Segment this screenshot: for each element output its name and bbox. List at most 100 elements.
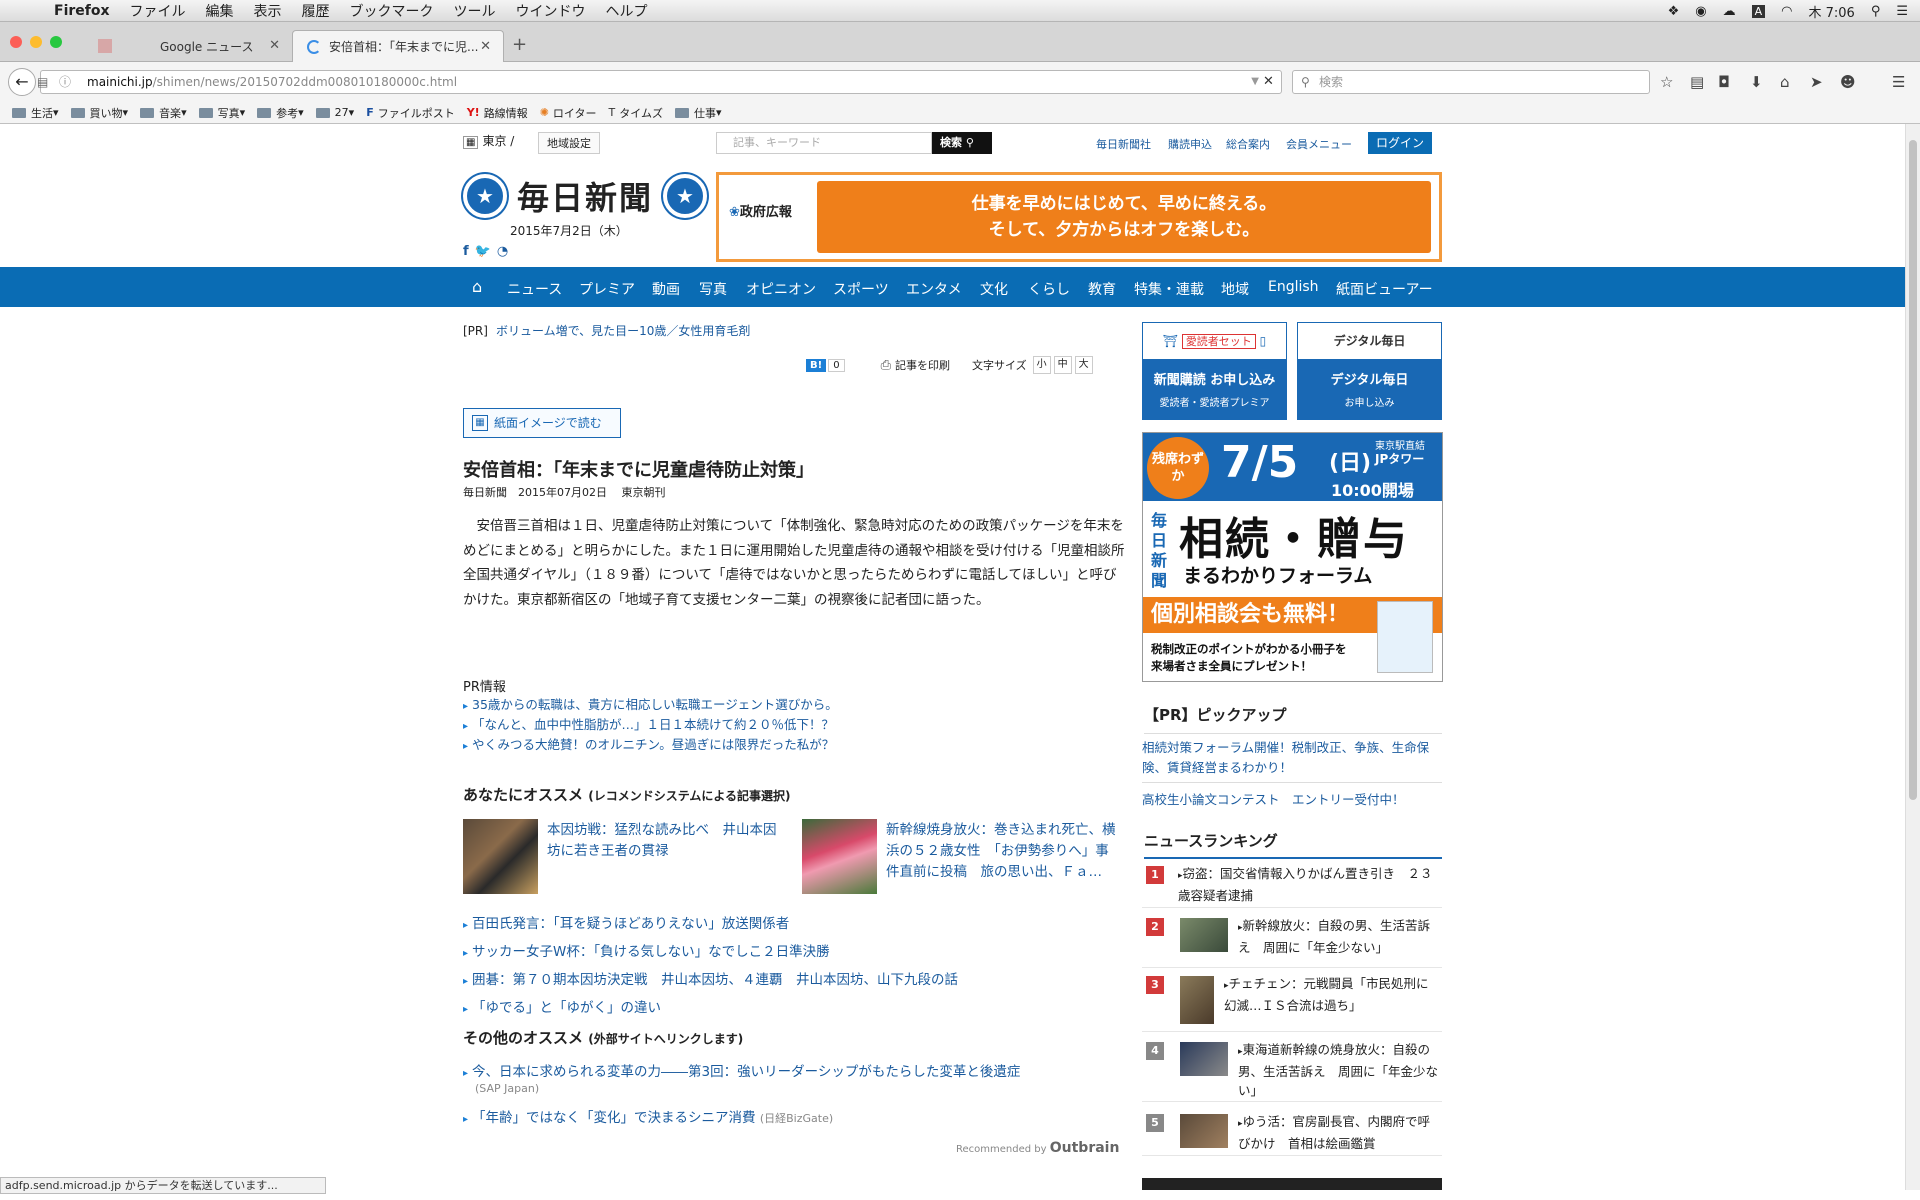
bookmark-folder-shigoto[interactable]: 仕事 ▾ xyxy=(674,105,722,121)
go-match-thumbnail[interactable] xyxy=(463,819,538,894)
nav-region[interactable]: 地域 xyxy=(1221,279,1249,299)
pr-top-link[interactable]: ボリューム増で、見た目ー10歳／女性用育毛剤 xyxy=(496,324,750,338)
bookmark-star-icon[interactable]: ☆ xyxy=(1660,73,1673,91)
area-settings-button[interactable]: 地域設定 xyxy=(538,132,600,154)
inheritance-forum-ad[interactable]: 残席わずか 7/5 (日) 東京駅直結 JPタワー 10:00開場 毎日新聞 相続… xyxy=(1142,432,1443,682)
outbrain-credit[interactable]: Recommended by Outbrain xyxy=(956,1140,1119,1156)
spotlight-icon[interactable]: ⚲ xyxy=(1871,4,1881,19)
nav-education[interactable]: 教育 xyxy=(1088,279,1116,299)
pr-info-link[interactable]: ▸ やくみつる大絶賛！のオルニチン。昼過ぎには限界だった私が？ xyxy=(463,734,834,753)
font-size-small-button[interactable]: 小 xyxy=(1032,356,1051,374)
nav-english[interactable]: English xyxy=(1268,279,1319,295)
rss-icon[interactable]: ◔ xyxy=(497,244,508,259)
pocket-icon[interactable]: ◘ xyxy=(1718,73,1730,91)
pickup-link[interactable]: 高校生小論文コンテスト エントリー受付中！ xyxy=(1142,790,1442,810)
notification-center-icon[interactable]: ☰ xyxy=(1896,4,1908,19)
minimize-window-button[interactable] xyxy=(30,36,42,48)
downloads-icon[interactable]: ⬇ xyxy=(1750,73,1763,91)
creative-cloud-icon[interactable]: ☁ xyxy=(1723,4,1736,19)
home-icon[interactable]: ⌂ xyxy=(472,277,482,296)
ranking-item[interactable]: 5 ▸ゆう活：官房副長官、内閣府で呼びかけ 首相は絵画鑑賞 xyxy=(1142,1110,1442,1156)
menu-help[interactable]: ヘルプ xyxy=(606,1,648,21)
dropbox-icon[interactable]: ❖ xyxy=(1668,4,1680,19)
tab-google-news[interactable]: Google ニュース ✕ xyxy=(84,30,292,62)
tab-mainichi-article[interactable]: 安倍首相：「年末までに児... ✕ xyxy=(292,30,504,62)
wifi-sync-icon[interactable]: ◉ xyxy=(1695,4,1706,19)
bookmark-folder-sanko[interactable]: 参考 ▾ xyxy=(257,105,304,121)
zoom-window-button[interactable] xyxy=(50,36,62,48)
nav-culture[interactable]: 文化 xyxy=(980,279,1008,299)
link-company[interactable]: 毎日新聞社 xyxy=(1096,136,1151,152)
chat-icon[interactable]: ☻ xyxy=(1840,73,1856,91)
ranking-item[interactable]: 3 ▸チェチェン：元戦闘員「市民処刑に幻滅…ＩＳ合流は過ち」 xyxy=(1142,972,1442,1032)
reading-list-icon[interactable]: ▤ xyxy=(1690,73,1704,91)
font-size-medium-button[interactable]: 中 xyxy=(1053,356,1072,374)
hatena-bookmark-icon[interactable]: B! xyxy=(806,358,827,372)
url-bar[interactable]: ▤ ⓘ mainichi.jp/shimen/news/20150702ddm0… xyxy=(37,70,1282,94)
nav-entertainment[interactable]: エンタメ xyxy=(906,279,962,299)
menu-app-name[interactable]: Firefox xyxy=(54,3,110,19)
menu-window[interactable]: ウインドウ xyxy=(516,1,586,21)
twitter-icon[interactable]: 🐦 xyxy=(475,244,491,259)
nav-life[interactable]: くらし xyxy=(1028,279,1070,299)
bookmark-folder-shashin[interactable]: 写真 ▾ xyxy=(198,105,245,121)
reader-view-icon[interactable]: ▤ xyxy=(37,71,48,93)
pickup-link[interactable]: 相続対策フォーラム開催！税制改正、争族、生命保険、賃貸経営まるわかり！ xyxy=(1142,738,1442,783)
site-search-input[interactable]: 記事、キーワード xyxy=(716,132,932,154)
scrollbar-thumb[interactable] xyxy=(1909,140,1917,800)
home-icon[interactable]: ⌂ xyxy=(1780,73,1790,91)
government-ad-banner[interactable]: ❀政府広報 仕事を早めにはじめて、早めに終える。 そして、夕方からはオフを楽しむ… xyxy=(716,172,1442,262)
nav-paper-viewer[interactable]: 紙面ビューアー xyxy=(1336,279,1433,299)
site-info-icon[interactable]: ⓘ xyxy=(59,71,71,93)
bookmark-folder-ongaku[interactable]: 音楽 ▾ xyxy=(140,105,187,121)
back-button[interactable]: ← xyxy=(8,68,36,96)
nav-premier[interactable]: プレミア xyxy=(579,279,635,299)
nav-sports[interactable]: スポーツ xyxy=(833,279,889,299)
font-size-large-button[interactable]: 大 xyxy=(1074,356,1093,374)
recommend-link[interactable]: ▸ サッカー女子W杯：「負ける気しない」なでしこ２日準決勝 xyxy=(463,940,830,960)
pr-info-link[interactable]: ▸ 「なんと、血中中性脂肪が…」１日１本続けて約２０％低下！？ xyxy=(463,714,834,733)
url-dropdown-icon[interactable]: ▼ xyxy=(1251,71,1259,93)
bookmark-times[interactable]: T タイムズ xyxy=(608,105,663,121)
site-search-button[interactable]: 検索 ⚲ xyxy=(932,132,992,154)
menu-edit[interactable]: 編集 xyxy=(206,1,234,21)
browser-search-input[interactable]: ⚲ 検索 xyxy=(1292,70,1650,94)
menu-file[interactable]: ファイル xyxy=(130,1,186,21)
nav-video[interactable]: 動画 xyxy=(652,279,680,299)
flowers-thumbnail[interactable] xyxy=(802,819,877,894)
menu-bookmarks[interactable]: ブックマーク xyxy=(350,1,434,21)
menu-history[interactable]: 履歴 xyxy=(302,1,330,21)
bookmark-folder-27[interactable]: 27 ▾ xyxy=(315,106,354,119)
close-window-button[interactable] xyxy=(10,36,22,48)
login-button[interactable]: ログイン xyxy=(1368,132,1432,154)
nav-news[interactable]: ニュース xyxy=(507,279,562,299)
bookmark-fileposuto[interactable]: F ファイルポスト xyxy=(366,105,455,121)
recommend-link[interactable]: ▸ 百田氏発言：「耳を疑うほどありえない」放送関係者 xyxy=(463,912,789,932)
nav-opinion[interactable]: オピニオン xyxy=(746,279,816,299)
read-paper-image-button[interactable]: ▦ 紙面イメージで読む xyxy=(463,408,621,438)
page-scrollbar[interactable] xyxy=(1905,124,1920,1190)
digital-mainichi-button[interactable]: デジタル毎日 デジタル毎日 お申し込み xyxy=(1297,322,1442,420)
wifi-icon[interactable]: ◠ xyxy=(1781,4,1792,19)
print-link[interactable]: 記事を印刷 xyxy=(895,357,950,373)
recommend-link[interactable]: ▸ 「ゆでる」と「ゆがく」の違い xyxy=(463,996,661,1016)
nav-photo[interactable]: 写真 xyxy=(699,279,727,299)
input-source-icon[interactable]: A xyxy=(1751,4,1766,18)
recommend-card-link[interactable]: 本因坊戦：猛烈な読み比べ 井山本因坊に若き王者の貫禄 xyxy=(547,820,787,862)
hamburger-menu-icon[interactable]: ☰ xyxy=(1892,73,1905,91)
recommend-link[interactable]: ▸ 囲碁：第７０期本因坊決定戦 井山本因坊、４連覇 井山本因坊、山下九段の話 xyxy=(463,968,958,988)
menu-tools[interactable]: ツール xyxy=(454,1,496,21)
bookmark-folder-kaimono[interactable]: 買い物 ▾ xyxy=(70,105,128,121)
nav-features[interactable]: 特集・連載 xyxy=(1134,279,1204,299)
close-tab-icon[interactable]: ✕ xyxy=(480,39,491,54)
ranking-item[interactable]: 1 ▸窃盗：国交省情報入りかばん置き引き ２３歳容疑者逮捕 xyxy=(1142,862,1442,908)
external-link[interactable]: ▸ 「年齢」ではなく「変化」で決まるシニア消費 (日経BizGate) xyxy=(463,1106,833,1126)
mainichi-logo[interactable]: ★ 毎日新聞 ★ xyxy=(463,174,708,218)
ranking-item[interactable]: 4 ▸東海道新幹線の焼身放火：自殺の男、生活苦訴え 周囲に「年金少ない」 xyxy=(1142,1038,1442,1102)
new-tab-button[interactable]: + xyxy=(512,34,527,55)
facebook-icon[interactable]: f xyxy=(463,244,469,259)
bookmark-reuters[interactable]: ✺ ロイター xyxy=(540,105,597,121)
external-link[interactable]: ▸ 今、日本に求められる変革の力――第3回：強いリーダーシップがもたらした変革と後… xyxy=(463,1060,1020,1080)
ranking-item[interactable]: 2 ▸新幹線放火：自殺の男、生活苦訴え 周囲に「年金少ない」 xyxy=(1142,914,1442,968)
recommend-card-link[interactable]: 新幹線焼身放火：巻き込まれ死亡、横浜の５２歳女性 「お伊勢参りへ」事件直前に投稿… xyxy=(886,820,1120,883)
